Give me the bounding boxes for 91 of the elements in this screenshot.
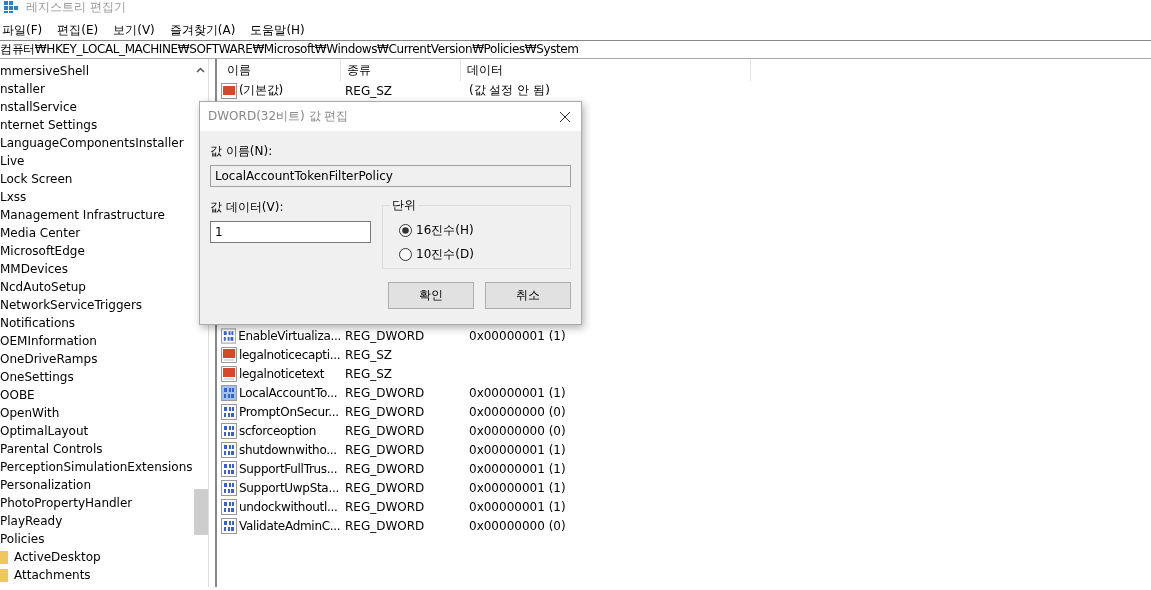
value-type: REG_DWORD: [344, 404, 426, 419]
field-label: 값 이름(N):: [210, 143, 274, 160]
tree-item[interactable]: Live: [0, 152, 25, 170]
tree-item[interactable]: OptimalLayout: [0, 422, 89, 440]
tree-item[interactable]: Policies: [0, 530, 45, 548]
value-type: REG_DWORD: [344, 499, 426, 514]
value-type: REG_DWORD: [344, 461, 426, 476]
value-type: REG_DWORD: [344, 518, 426, 533]
value-data-field[interactable]: 1: [210, 221, 371, 243]
value-name[interactable]: scforceoption: [239, 423, 317, 438]
tree-item[interactable]: PlayReady: [0, 512, 63, 530]
folder-icon: [0, 550, 8, 564]
tree-item[interactable]: Lock Screen: [0, 170, 73, 188]
ok-button[interactable]: 확인: [388, 282, 474, 309]
value-data: 0x00000001 (1): [468, 499, 566, 514]
value-type: REG_DWORD: [344, 328, 426, 343]
tree-item[interactable]: PhotoPropertyHandler: [0, 494, 133, 512]
value-name-field[interactable]: LocalAccountTokenFilterPolicy: [210, 165, 571, 187]
value-data: 0x00000001 (1): [468, 461, 566, 476]
tree-item[interactable]: NetworkServiceTriggers: [0, 296, 143, 314]
tree-item[interactable]: ActiveDesktop: [14, 548, 101, 566]
scroll-up-icon[interactable]: [196, 67, 205, 73]
value-name[interactable]: undockwithoutl...: [239, 499, 338, 514]
tree-item[interactable]: OEMInformation: [0, 332, 97, 350]
tree-item[interactable]: NcdAutoSetup: [0, 278, 86, 296]
tree-item[interactable]: MicrosoftEdge: [0, 242, 85, 260]
value-data: 0x00000000 (0): [468, 423, 566, 438]
value-data: 0x00000000 (0): [468, 404, 566, 419]
tree-item[interactable]: OpenWith: [0, 404, 60, 422]
value-name[interactable]: PromptOnSecur...: [239, 404, 339, 419]
tree-item[interactable]: OneSettings: [0, 368, 74, 386]
dialog-title: DWORD(32비트) 값 편집: [208, 108, 349, 125]
tree-item[interactable]: Notifications: [0, 314, 76, 332]
value-name[interactable]: legalnoticetext: [239, 366, 325, 381]
radio-button[interactable]: [399, 247, 412, 261]
value-type: REG_SZ: [344, 83, 394, 98]
value-data: 0x00000001 (1): [468, 328, 566, 343]
value-name[interactable]: ValidateAdminC...: [239, 518, 341, 533]
value-type: REG_DWORD: [344, 423, 426, 438]
column-header[interactable]: 데이터: [461, 59, 751, 81]
value-name[interactable]: legalnoticecapti...: [239, 347, 341, 362]
value-type: REG_DWORD: [344, 480, 426, 495]
scrollbar-thumb[interactable]: [194, 489, 208, 535]
tree-item[interactable]: PerceptionSimulationExtensions: [0, 458, 193, 476]
value-data: 0x00000001 (1): [468, 442, 566, 457]
menu-item[interactable]: 즐겨찾기(A): [169, 22, 236, 36]
value-name[interactable]: SupportUwpSta...: [239, 480, 339, 495]
value-type: REG_SZ: [344, 347, 394, 362]
value-data: 0x00000001 (1): [468, 480, 566, 495]
value-type: REG_DWORD: [344, 442, 426, 457]
value-type: REG_DWORD: [344, 385, 426, 400]
registry-icon: [4, 1, 18, 13]
tree-item[interactable]: nternet Settings: [0, 116, 98, 134]
value-data: 0x00000000 (0): [468, 518, 566, 533]
group-label: 단위: [390, 197, 418, 214]
tree-item[interactable]: mmersiveShell: [0, 62, 90, 80]
cancel-button[interactable]: 취소: [485, 282, 571, 309]
menu-item[interactable]: 도움말(H): [250, 22, 305, 36]
radio-label[interactable]: 16진수(H): [416, 221, 474, 239]
window-title: 레지스트리 편집기: [26, 0, 126, 16]
address-bar[interactable]: 컴퓨터₩HKEY_LOCAL_MACHINE₩SOFTWARE₩Microsoft₩Windows₩CurrentVersion₩Policies₩System: [0, 40, 1151, 58]
tree-item[interactable]: Attachments: [14, 566, 91, 584]
close-icon[interactable]: [559, 110, 571, 123]
value-name[interactable]: SupportFullTrus...: [239, 461, 338, 476]
value-data: (값 설정 안 됨): [468, 82, 550, 99]
tree-item[interactable]: OneDriveRamps: [0, 350, 98, 368]
column-header[interactable]: 종류: [341, 59, 461, 81]
tree-item[interactable]: Lxss: [0, 188, 27, 206]
radio-label[interactable]: 10진수(D): [416, 245, 474, 263]
tree-item[interactable]: nstallService: [0, 98, 77, 116]
menu-item[interactable]: 보기(V): [113, 22, 155, 36]
tree-item[interactable]: Personalization: [0, 476, 91, 494]
value-data: 0x00000001 (1): [468, 385, 566, 400]
radio-button[interactable]: [399, 223, 412, 237]
value-type: REG_SZ: [344, 366, 394, 381]
value-name[interactable]: (기본값): [239, 82, 283, 99]
tree-item[interactable]: nstaller: [0, 80, 45, 98]
tree-item[interactable]: Parental Controls: [0, 440, 103, 458]
tree-item[interactable]: MMDevices: [0, 260, 68, 278]
folder-icon: [0, 568, 8, 582]
value-name[interactable]: LocalAccountTo...: [239, 385, 338, 400]
column-header[interactable]: 이름: [221, 59, 341, 81]
value-name[interactable]: EnableVirtualiza...: [238, 328, 341, 343]
value-name[interactable]: shutdownwitho...: [239, 442, 337, 457]
tree-item[interactable]: LanguageComponentsInstaller: [0, 134, 184, 152]
menu-item[interactable]: 파일(F): [2, 22, 43, 36]
menu-item[interactable]: 편집(E): [57, 22, 99, 36]
tree-item[interactable]: Management Infrastructure: [0, 206, 165, 224]
field-label: 값 데이터(V):: [210, 199, 285, 216]
tree-item[interactable]: OOBE: [0, 386, 35, 404]
tree-item[interactable]: Media Center: [0, 224, 81, 242]
